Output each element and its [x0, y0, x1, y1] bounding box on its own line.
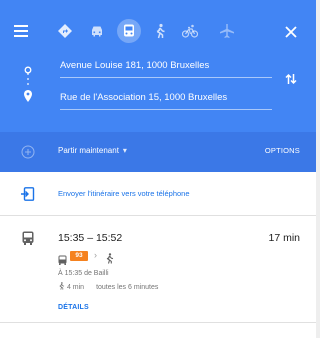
bus-icon: [58, 252, 67, 265]
origin-text: Avenue Louise 181, 1000 Bruxelles: [60, 60, 210, 71]
walking-icon: [105, 251, 114, 264]
divider: [0, 322, 316, 323]
route-option[interactable]: 15:35 – 15:52 17 min 93 › À 15:35 de Bai…: [0, 216, 316, 322]
add-destination-icon[interactable]: [21, 145, 35, 159]
options-button[interactable]: OPTIONS: [265, 146, 300, 155]
bus-line-badge: 93: [70, 251, 88, 261]
origin-field[interactable]: Avenue Louise 181, 1000 Bruxelles: [60, 56, 272, 78]
walk-info: 4 min toutes les 6 minutes: [58, 282, 158, 291]
close-icon[interactable]: [285, 25, 297, 38]
send-to-phone-row[interactable]: Envoyer l'itinéraire vers votre téléphon…: [0, 172, 316, 216]
service-frequency: toutes les 6 minutes: [96, 284, 159, 291]
send-to-phone-label: Envoyer l'itinéraire vers votre téléphon…: [58, 189, 190, 198]
route-steps: 93 ›: [58, 250, 178, 265]
menu-icon[interactable]: [14, 24, 28, 37]
flight-icon[interactable]: [219, 23, 235, 39]
departure-stop: À 15:35 de Bailli: [58, 270, 109, 277]
send-to-phone-icon: [21, 187, 35, 201]
origin-marker-icon: [24, 61, 32, 74]
swap-icon[interactable]: [284, 72, 298, 86]
details-link[interactable]: DÉTAILS: [58, 304, 89, 311]
destination-pin-icon: [24, 89, 32, 102]
transit-icon[interactable]: [117, 19, 141, 43]
departure-time-select[interactable]: Partir maintenant ▾: [58, 146, 127, 155]
best-route-icon[interactable]: [57, 23, 73, 39]
chevron-right-icon: ›: [94, 250, 97, 260]
directions-header: Avenue Louise 181, 1000 Bruxelles Rue de…: [0, 0, 316, 132]
departure-label: Partir maintenant: [58, 146, 119, 155]
walking-icon: [58, 282, 65, 290]
destination-field[interactable]: Rue de l'Association 15, 1000 Bruxelles: [60, 88, 272, 110]
cycling-icon[interactable]: [181, 23, 199, 39]
car-icon[interactable]: [89, 23, 105, 39]
route-dots-icon: [27, 72, 29, 86]
route-times: 15:35 – 15:52: [58, 232, 123, 244]
transit-icon: [22, 231, 34, 245]
dropdown-caret-icon: ▾: [122, 146, 127, 155]
walk-time: 4 min: [66, 284, 85, 291]
route-duration: 17 min: [268, 232, 300, 244]
destination-text: Rue de l'Association 15, 1000 Bruxelles: [60, 92, 228, 103]
walking-icon[interactable]: [152, 23, 168, 39]
directions-panel: Avenue Louise 181, 1000 Bruxelles Rue de…: [0, 0, 316, 338]
